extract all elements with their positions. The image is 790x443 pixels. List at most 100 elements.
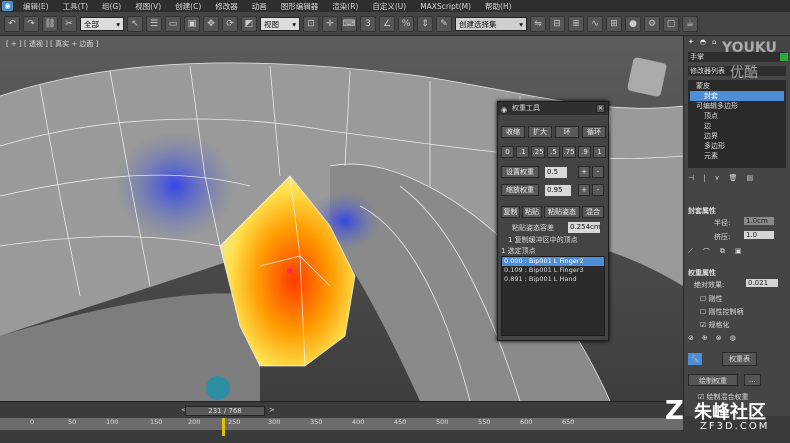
next-frame-icon[interactable]: > — [269, 406, 275, 414]
stack-item-editable-poly[interactable]: 可编辑多边形 — [690, 101, 784, 111]
menu-customize[interactable]: 自定义(U) — [365, 1, 413, 12]
named-selection-dropdown[interactable]: 创建选择集 ▾ — [455, 16, 527, 31]
spinner-snap-icon[interactable]: ⇕ — [417, 15, 433, 32]
list-item[interactable]: 0.891 : Bip001 L Hand — [502, 275, 604, 284]
edit-named-sel-icon[interactable]: ✎ — [436, 15, 452, 32]
mirror-icon[interactable]: ⇋ — [530, 15, 546, 32]
falloff-curve-icon[interactable]: ⌒ — [703, 247, 710, 257]
preset-0-button[interactable]: 0 — [501, 146, 514, 158]
stack-item-edge[interactable]: 边 — [690, 121, 784, 131]
menu-tools[interactable]: 工具(T) — [56, 1, 95, 12]
rect-select-icon[interactable]: ▭ — [165, 15, 181, 32]
set-weight-field[interactable]: 0.5 — [545, 167, 567, 178]
render-frame-icon[interactable]: ▢ — [663, 15, 679, 32]
set-weight-plus-button[interactable]: + — [578, 166, 590, 178]
curve-editor-icon[interactable]: ∿ — [587, 15, 603, 32]
paste-button[interactable]: 粘贴 — [522, 206, 542, 218]
menu-views[interactable]: 视图(V) — [128, 1, 168, 12]
object-color-swatch[interactable] — [780, 53, 788, 61]
dialog-title-bar[interactable]: ◉ 权重工具 ✕ — [498, 102, 608, 115]
time-cursor[interactable] — [222, 418, 225, 436]
normalize-checkbox[interactable]: ☑ 规格化 — [700, 320, 786, 330]
paint-options-button[interactable]: ... — [744, 374, 761, 386]
shrink-button[interactable]: 收缩 — [501, 126, 525, 138]
preset-05-button[interactable]: .5 — [547, 146, 560, 158]
window-crossing-icon[interactable]: ▣ — [184, 15, 200, 32]
menu-help[interactable]: 帮助(H) — [478, 1, 519, 12]
menu-maxscript[interactable]: MAXScript(M) — [413, 2, 478, 11]
grow-button[interactable]: 扩大 — [528, 126, 552, 138]
bake-icon[interactable]: ◍ — [730, 334, 736, 342]
render-setup-icon[interactable]: ⚙ — [644, 15, 660, 32]
paint-weights-button[interactable]: 绘制权重 — [688, 374, 738, 386]
layer-icon[interactable]: ≣ — [568, 15, 584, 32]
select-icon[interactable]: ↖ — [127, 15, 143, 32]
menu-rendering[interactable]: 渲染(R) — [325, 1, 365, 12]
modifier-stack[interactable]: 蒙皮 封套 可编辑多边形 顶点 边 边界 多边形 元素 — [688, 80, 786, 168]
preset-1-button[interactable]: 1 — [593, 146, 606, 158]
blend-button[interactable]: 混合 — [582, 206, 604, 218]
snap-icon[interactable]: 3 — [360, 15, 376, 32]
weight-tool-icon[interactable]: 🔧 — [688, 353, 702, 365]
abs-effect-field[interactable]: 0.021 — [746, 279, 778, 287]
select-by-name-icon[interactable]: ☰ — [146, 15, 162, 32]
unlink-icon[interactable]: ✂ — [61, 15, 77, 32]
stack-item-element[interactable]: 元素 — [690, 151, 784, 161]
pin-stack-icon[interactable]: ⊣ — [688, 174, 694, 184]
pivot-icon[interactable]: ⊡ — [303, 15, 319, 32]
stack-item-envelope[interactable]: 封套 — [690, 91, 784, 101]
paste-pos-button[interactable]: 粘贴姿态 — [544, 206, 580, 218]
preset-025-button[interactable]: .25 — [531, 146, 545, 158]
include-icon[interactable]: ⊕ — [702, 334, 708, 342]
stack-item-border[interactable]: 边界 — [690, 131, 784, 141]
copy-envelope-icon[interactable]: ⧉ — [720, 247, 725, 257]
radius-field[interactable]: 1.0cm — [744, 217, 774, 225]
ref-coord-dropdown[interactable]: 视图 ▾ — [260, 16, 300, 31]
angle-snap-icon[interactable]: ∠ — [379, 15, 395, 32]
menu-create[interactable]: 创建(C) — [168, 1, 208, 12]
stack-item-skin[interactable]: 蒙皮 — [690, 81, 784, 91]
bone-weight-list[interactable]: 0.000 : Bip001 L Finger2 0.109 : Bip001 … — [501, 256, 605, 336]
menu-edit[interactable]: 编辑(E) — [16, 1, 56, 12]
falloff-icon[interactable]: ⟋ — [688, 247, 693, 257]
rigid-handles-checkbox[interactable]: ☐ 刚性控制柄 — [700, 307, 786, 317]
rotate-icon[interactable]: ⟳ — [222, 15, 238, 32]
create-tab-icon[interactable]: ✦ — [688, 38, 694, 48]
configure-icon[interactable]: ▤ — [747, 174, 754, 184]
copy-button[interactable]: 复制 — [501, 206, 520, 218]
weight-props-header[interactable]: 权重属性 — [688, 268, 786, 278]
set-weight-minus-button[interactable]: - — [592, 166, 604, 178]
list-item[interactable]: 0.109 : Bip001 L Finger3 — [502, 266, 604, 275]
move-icon[interactable]: ✥ — [203, 15, 219, 32]
modify-tab-icon[interactable]: ◓ — [700, 38, 706, 48]
paste-envelope-icon[interactable]: ▣ — [735, 247, 742, 257]
scale-weight-button[interactable]: 缩放权重 — [501, 184, 539, 196]
preset-09-button[interactable]: .9 — [578, 146, 591, 158]
menu-group[interactable]: 组(G) — [95, 1, 128, 12]
menu-graph-editors[interactable]: 图形编辑器 — [274, 1, 326, 12]
paste-tolerance-field[interactable]: 0.254cm — [568, 222, 601, 233]
menu-modifiers[interactable]: 修改器 — [208, 1, 245, 12]
scale-weight-minus-button[interactable]: - — [592, 184, 604, 196]
envelope-props-header[interactable]: 封套属性 — [688, 206, 786, 216]
scale-icon[interactable]: ◩ — [241, 15, 257, 32]
stack-item-vertex[interactable]: 顶点 — [690, 111, 784, 121]
selection-filter-dropdown[interactable]: 全部 ▾ — [80, 16, 124, 31]
remove-modifier-icon[interactable]: 🗑 — [729, 174, 738, 184]
align-icon[interactable]: ⊟ — [549, 15, 565, 32]
rigid-checkbox[interactable]: ☐ 刚性 — [700, 294, 786, 304]
make-unique-icon[interactable]: ⋎ — [714, 174, 719, 184]
link-icon[interactable]: ⛓ — [42, 15, 58, 32]
close-icon[interactable]: ✕ — [596, 104, 605, 113]
list-item[interactable]: 0.000 : Bip001 L Finger2 — [502, 257, 604, 266]
viewcube-icon[interactable] — [626, 56, 668, 98]
stack-item-polygon[interactable]: 多边形 — [690, 141, 784, 151]
render-icon[interactable]: ☕ — [682, 15, 698, 32]
schematic-icon[interactable]: ⊞ — [606, 15, 622, 32]
material-editor-icon[interactable]: ● — [625, 15, 641, 32]
menu-animation[interactable]: 动画 — [245, 1, 274, 12]
app-logo-icon[interactable]: ◉ — [2, 1, 13, 11]
percent-snap-icon[interactable]: % — [398, 15, 414, 32]
time-slider[interactable]: 231 / 768 — [185, 406, 265, 416]
show-end-icon[interactable]: | — [703, 174, 705, 184]
